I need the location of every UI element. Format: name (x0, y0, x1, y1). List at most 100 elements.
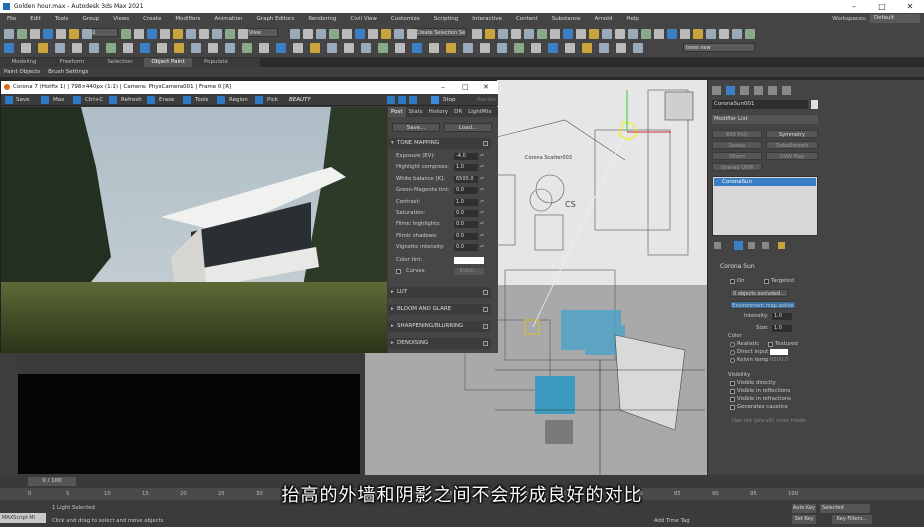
tone-param-input[interactable]: 0.0 (454, 210, 478, 217)
modify-tab-icon[interactable] (726, 86, 735, 95)
corona-pass-dropdown[interactable]: BEAUTY (289, 94, 311, 106)
toolbar-tool-icon[interactable] (259, 43, 269, 53)
corona-tools-button[interactable]: Tools (195, 94, 209, 106)
corona-refresh-button[interactable]: Refresh (121, 94, 142, 106)
create-tab-icon[interactable] (712, 86, 721, 95)
selection-set-dropdown[interactable]: Create Selection Se (413, 28, 467, 37)
post-load-button[interactable]: Load... (444, 123, 492, 132)
corona-sun-rollout-title[interactable]: Corona Sun (712, 262, 818, 272)
configure-sets-icon[interactable] (778, 242, 785, 249)
toolbar-tool-icon[interactable] (667, 29, 677, 39)
toolbar-tool-icon[interactable] (472, 29, 482, 39)
toolbar-tool-icon[interactable] (616, 43, 626, 53)
corona-minimize-button[interactable]: – (441, 81, 445, 94)
toolbar-tool-icon[interactable] (293, 43, 303, 53)
remove-modifier-icon[interactable] (762, 242, 769, 249)
display-tab-icon[interactable] (768, 86, 777, 95)
add-time-tag[interactable]: Add Time Tag (654, 518, 690, 524)
ribbon-tab-object-paint[interactable]: Object Paint (144, 58, 192, 67)
corona-render-button[interactable]: Render (477, 94, 497, 106)
corona-erase-button[interactable]: Erase (159, 94, 174, 106)
toolbar-tool-icon[interactable] (72, 43, 82, 53)
menu-item-interactive[interactable]: Interactive (465, 16, 509, 22)
toolbar-tool-icon[interactable] (173, 29, 183, 39)
toolbar-tool-icon[interactable] (21, 43, 31, 53)
corona-tab-stats[interactable]: Stats (406, 107, 426, 117)
toolbar-tool-icon[interactable] (550, 29, 560, 39)
toolbar-tool-icon[interactable] (395, 43, 405, 53)
toolbar-tool-icon[interactable] (641, 29, 651, 39)
toolbar-tool-icon[interactable] (208, 43, 218, 53)
toolbar-tool-icon[interactable] (563, 29, 573, 39)
toolbar-tool-icon[interactable] (407, 29, 417, 39)
color-tint-swatch[interactable] (454, 257, 484, 264)
toolbar-tool-icon[interactable] (56, 29, 66, 39)
toolbar-tool-icon[interactable] (615, 29, 625, 39)
toolbar-tool-icon[interactable] (732, 29, 742, 39)
spinner-icon[interactable]: ▴▾ (480, 198, 484, 206)
toolbar-tool-icon[interactable] (680, 29, 690, 39)
toolbar-tool-icon[interactable] (30, 29, 40, 39)
old-color-mode-checkbox[interactable]: Use old (pre-v5) color mode (732, 418, 806, 424)
corona-max-button[interactable]: Max (53, 94, 64, 106)
toolbar-tool-icon[interactable] (290, 29, 300, 39)
section-checkbox[interactable] (483, 290, 488, 295)
toolbar-tool-icon[interactable] (368, 29, 378, 39)
toolbar-tool-icon[interactable] (4, 29, 14, 39)
mod-edit-poly-button[interactable]: Edit Poly (712, 130, 762, 138)
spinner-icon[interactable]: ▴▾ (480, 210, 484, 217)
env-map-button[interactable]: Environment map active (730, 301, 796, 309)
zoom-in-icon[interactable] (398, 96, 406, 104)
zoom-out-icon[interactable] (409, 96, 417, 104)
toolbar-tool-icon[interactable] (524, 29, 534, 39)
reference-coordinate-dropdown[interactable]: View (246, 28, 278, 37)
toolbar-tool-icon[interactable] (69, 29, 79, 39)
toolbar-tool-icon[interactable] (316, 29, 326, 39)
ribbon-tab-selection[interactable]: Selection (96, 58, 144, 67)
toolbar-tool-icon[interactable] (310, 43, 320, 53)
menu-item-substance[interactable]: Substance (545, 16, 588, 22)
toolbar-tool-icon[interactable] (497, 43, 507, 53)
toolbar-tool-icon[interactable] (4, 43, 14, 53)
menu-item-modifiers[interactable]: Modifiers (168, 16, 207, 22)
corona-pick-button[interactable]: Pick (267, 94, 278, 106)
section-checkbox[interactable] (483, 341, 488, 346)
menu-item-tools[interactable]: Tools (48, 16, 76, 22)
zoom-icon[interactable] (387, 96, 395, 104)
tone-param-input[interactable]: 0.0 (454, 221, 478, 229)
corona-ctrlc-button[interactable]: Ctrl+C (85, 94, 103, 106)
toolbar-tool-icon[interactable] (589, 29, 599, 39)
mod-unwrap-button[interactable]: Unwrap UVW (712, 163, 762, 171)
menu-item-edit[interactable]: Edit (23, 16, 48, 22)
ribbon-tab-populate[interactable]: Populate (192, 58, 240, 67)
spinner-icon[interactable]: ▴▾ (480, 187, 484, 194)
toolbar-tool-icon[interactable] (514, 43, 524, 53)
toolbar-tool-icon[interactable] (381, 29, 391, 39)
close-button[interactable]: ✕ (896, 0, 924, 13)
tone-param-input[interactable]: 6500.0 (454, 175, 478, 183)
sharpening-section[interactable]: ▸ SHARPENING/BLURRING (388, 321, 491, 332)
intensity-input[interactable]: 1.0 (772, 313, 792, 320)
toolbar-tool-icon[interactable] (429, 43, 439, 53)
realistic-radio[interactable] (730, 342, 735, 347)
ribbon-sub-paint-objects[interactable]: Paint Objects (0, 67, 44, 77)
maxscript-listener[interactable]: MAXScript Mi (0, 513, 46, 523)
toolbar-tool-icon[interactable] (276, 43, 286, 53)
corona-tab-dr[interactable]: DR (451, 107, 465, 117)
toolbar-tool-icon[interactable] (238, 29, 248, 39)
toolbar-tool-icon[interactable] (106, 43, 116, 53)
stack-item-coronasun[interactable]: CoronaSun (714, 178, 816, 186)
toolbar-tool-icon[interactable] (160, 29, 170, 39)
toolbar-tool-icon[interactable] (225, 29, 235, 39)
toolbar-tool-icon[interactable] (303, 29, 313, 39)
motion-tab-icon[interactable] (754, 86, 763, 95)
key-filters-button[interactable]: Key Filters... (832, 515, 872, 524)
spinner-icon[interactable]: ▴▾ (480, 175, 484, 183)
pin-stack-icon[interactable] (714, 242, 721, 249)
object-name-field[interactable]: CoronaSun001 (712, 100, 808, 109)
toolbar-tool-icon[interactable] (191, 43, 201, 53)
toolbar-tool-icon[interactable] (82, 29, 92, 39)
exclude-button[interactable]: 0 objects excluded... (730, 289, 788, 297)
toolbar-tool-icon[interactable] (582, 43, 592, 53)
toolbar-tool-icon[interactable] (157, 43, 167, 53)
